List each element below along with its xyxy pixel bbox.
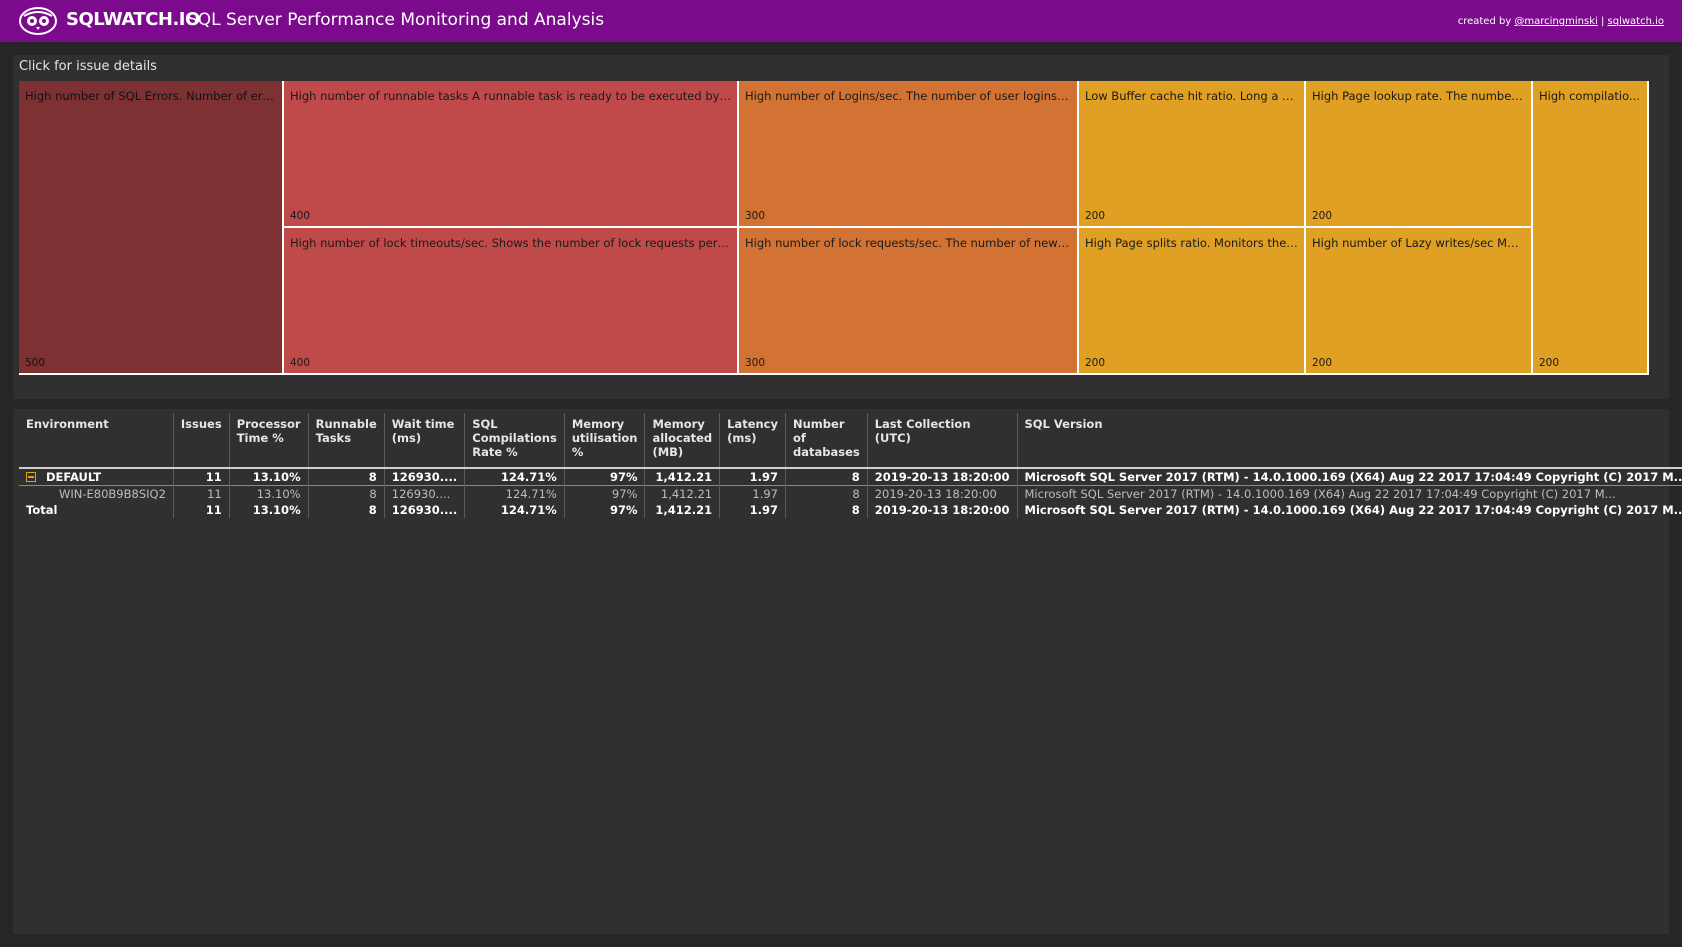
issues-panel-title: Click for issue details <box>19 59 157 74</box>
table-row-group-default[interactable]: DEFAULT 11 13.10% 8 126930.... 124.71% 9… <box>19 468 1682 486</box>
tile-label: High number of lock requests/sec. The nu… <box>745 236 1071 250</box>
tile-value: 300 <box>745 357 766 369</box>
treemap-tile[interactable]: High Page lookup rate. The number o... 2… <box>1306 81 1533 228</box>
table-cell: 124.71% <box>464 502 565 518</box>
author-link[interactable]: @marcingminski <box>1514 16 1597 27</box>
table-total-row: Total 11 13.10% 8 126930.... 124.71% 97%… <box>19 502 1682 518</box>
credits: created by @marcingminski | sqlwatch.io <box>1458 16 1664 27</box>
tile-label: High number of SQL Errors. Number of err… <box>25 89 276 103</box>
treemap-tile[interactable]: High number of lock timeouts/sec. Shows … <box>284 228 739 375</box>
table-cell: 13.10% <box>229 485 309 502</box>
table-cell: 13.10% <box>229 468 309 486</box>
group-name: DEFAULT <box>46 470 102 484</box>
tile-value: 200 <box>1085 210 1106 222</box>
table-cell: Microsoft SQL Server 2017 (RTM) - 14.0.1… <box>1017 468 1682 486</box>
column-header[interactable]: Latency (ms) <box>719 413 786 468</box>
tile-value: 300 <box>745 210 766 222</box>
treemap-tile[interactable]: High Page splits ratio. Monitors the n..… <box>1079 228 1306 375</box>
table-cell: Microsoft SQL Server 2017 (RTM) - 14.0.1… <box>1017 485 1682 502</box>
environment-table: Environment Issues Processor Time % Runn… <box>19 413 1682 518</box>
tile-value: 200 <box>1539 357 1560 369</box>
table-cell: 1.97 <box>719 502 786 518</box>
tile-label: Low Buffer cache hit ratio. Long a st... <box>1085 89 1298 103</box>
issues-treemap: High number of SQL Errors. Number of err… <box>19 81 1665 395</box>
treemap-tile[interactable]: High number of Lazy writes/sec Mon... 20… <box>1306 228 1533 375</box>
table-cell: 97% <box>564 485 646 502</box>
treemap-tile[interactable]: High number of Logins/sec. The number of… <box>739 81 1079 228</box>
page-subtitle: SQL Server Performance Monitoring and An… <box>187 10 605 30</box>
table-cell: 2019-20-13 18:20:00 <box>867 502 1018 518</box>
table-cell: 11 <box>173 485 230 502</box>
table-cell: 126930.... <box>384 468 466 486</box>
table-cell: 11 <box>173 502 230 518</box>
table-cell: 1,412.21 <box>644 485 721 502</box>
tile-value: 200 <box>1312 210 1333 222</box>
treemap-tile[interactable]: High compilatio... 200 <box>1533 81 1649 375</box>
column-header[interactable]: Last Collection (UTC) <box>867 413 1018 468</box>
treemap-tile[interactable]: High number of SQL Errors. Number of err… <box>19 81 284 375</box>
environment-table-panel: Environment Issues Processor Time % Runn… <box>13 409 1682 934</box>
tile-value: 200 <box>1312 357 1333 369</box>
column-header[interactable]: SQL Version <box>1017 413 1682 468</box>
column-header[interactable]: Wait time (ms) <box>384 413 466 468</box>
table-cell: 11 <box>173 468 230 486</box>
total-label: Total <box>19 502 174 518</box>
table-cell: 124.71% <box>464 485 565 502</box>
table-cell: 124.71% <box>464 468 565 486</box>
table-cell: 8 <box>308 468 385 486</box>
tile-label: High number of runnable tasks A runnable… <box>290 89 731 103</box>
group-cell: DEFAULT <box>19 468 174 486</box>
table-cell: 8 <box>308 485 385 502</box>
table-cell: 126930.... <box>384 502 466 518</box>
top-banner: SQLWATCH.IO SQL Server Performance Monit… <box>0 0 1682 42</box>
table-cell: 8 <box>785 502 868 518</box>
tile-label: High number of lock timeouts/sec. Shows … <box>290 236 731 250</box>
issues-panel: Click for issue details High number of S… <box>13 55 1669 399</box>
table-cell: 1,412.21 <box>644 502 721 518</box>
tile-value: 400 <box>290 357 311 369</box>
tile-label: High number of Lazy writes/sec Mon... <box>1312 236 1525 250</box>
tile-label: High number of Logins/sec. The number of… <box>745 89 1071 103</box>
credits-prefix: created by <box>1457 16 1515 27</box>
table-cell: 8 <box>785 468 868 486</box>
column-header[interactable]: Environment <box>19 413 174 468</box>
tile-label: High compilatio... <box>1539 89 1640 103</box>
brand-name: SQLWATCH.IO <box>66 9 200 30</box>
server-name: WIN-E80B9B8SIQ2 <box>19 485 174 502</box>
tile-value: 400 <box>290 210 311 222</box>
treemap-tile[interactable]: High number of lock requests/sec. The nu… <box>739 228 1079 375</box>
column-header[interactable]: Memory allocated (MB) <box>644 413 721 468</box>
column-header[interactable]: Runnable Tasks <box>308 413 385 468</box>
column-header[interactable]: SQL Compilations Rate % <box>464 413 565 468</box>
table-cell: 8 <box>308 502 385 518</box>
column-header[interactable]: Memory utilisation % <box>564 413 646 468</box>
table-cell: 13.10% <box>229 502 309 518</box>
table-cell: 2019-20-13 18:20:00 <box>867 468 1018 486</box>
table-cell: 126930.... <box>384 485 466 502</box>
table-cell: 1,412.21 <box>644 468 721 486</box>
table-cell: 1.97 <box>719 468 786 486</box>
table-header-row: Environment Issues Processor Time % Runn… <box>19 413 1682 468</box>
sqlwatch-owl-logo-icon <box>19 7 57 35</box>
table-cell: 8 <box>785 485 868 502</box>
column-header[interactable]: Processor Time % <box>229 413 309 468</box>
table-cell: Microsoft SQL Server 2017 (RTM) - 14.0.1… <box>1017 502 1682 518</box>
tile-label: High Page splits ratio. Monitors the n..… <box>1085 236 1298 250</box>
credits-separator: | <box>1597 16 1608 27</box>
treemap-tile[interactable]: Low Buffer cache hit ratio. Long a st...… <box>1079 81 1306 228</box>
table-cell: 1.97 <box>719 485 786 502</box>
tile-value: 200 <box>1085 357 1106 369</box>
table-cell: 97% <box>564 502 646 518</box>
table-row[interactable]: WIN-E80B9B8SIQ2 11 13.10% 8 126930.... 1… <box>19 485 1682 502</box>
table-cell: 2019-20-13 18:20:00 <box>867 485 1018 502</box>
tile-value: 500 <box>25 357 46 369</box>
tile-label: High Page lookup rate. The number o... <box>1312 89 1525 103</box>
site-link[interactable]: sqlwatch.io <box>1608 16 1664 27</box>
column-header[interactable]: Issues <box>173 413 230 468</box>
table-cell: 97% <box>564 468 646 486</box>
column-header[interactable]: Number of databases <box>785 413 868 468</box>
treemap-tile[interactable]: High number of runnable tasks A runnable… <box>284 81 739 228</box>
collapse-icon[interactable] <box>26 472 36 482</box>
